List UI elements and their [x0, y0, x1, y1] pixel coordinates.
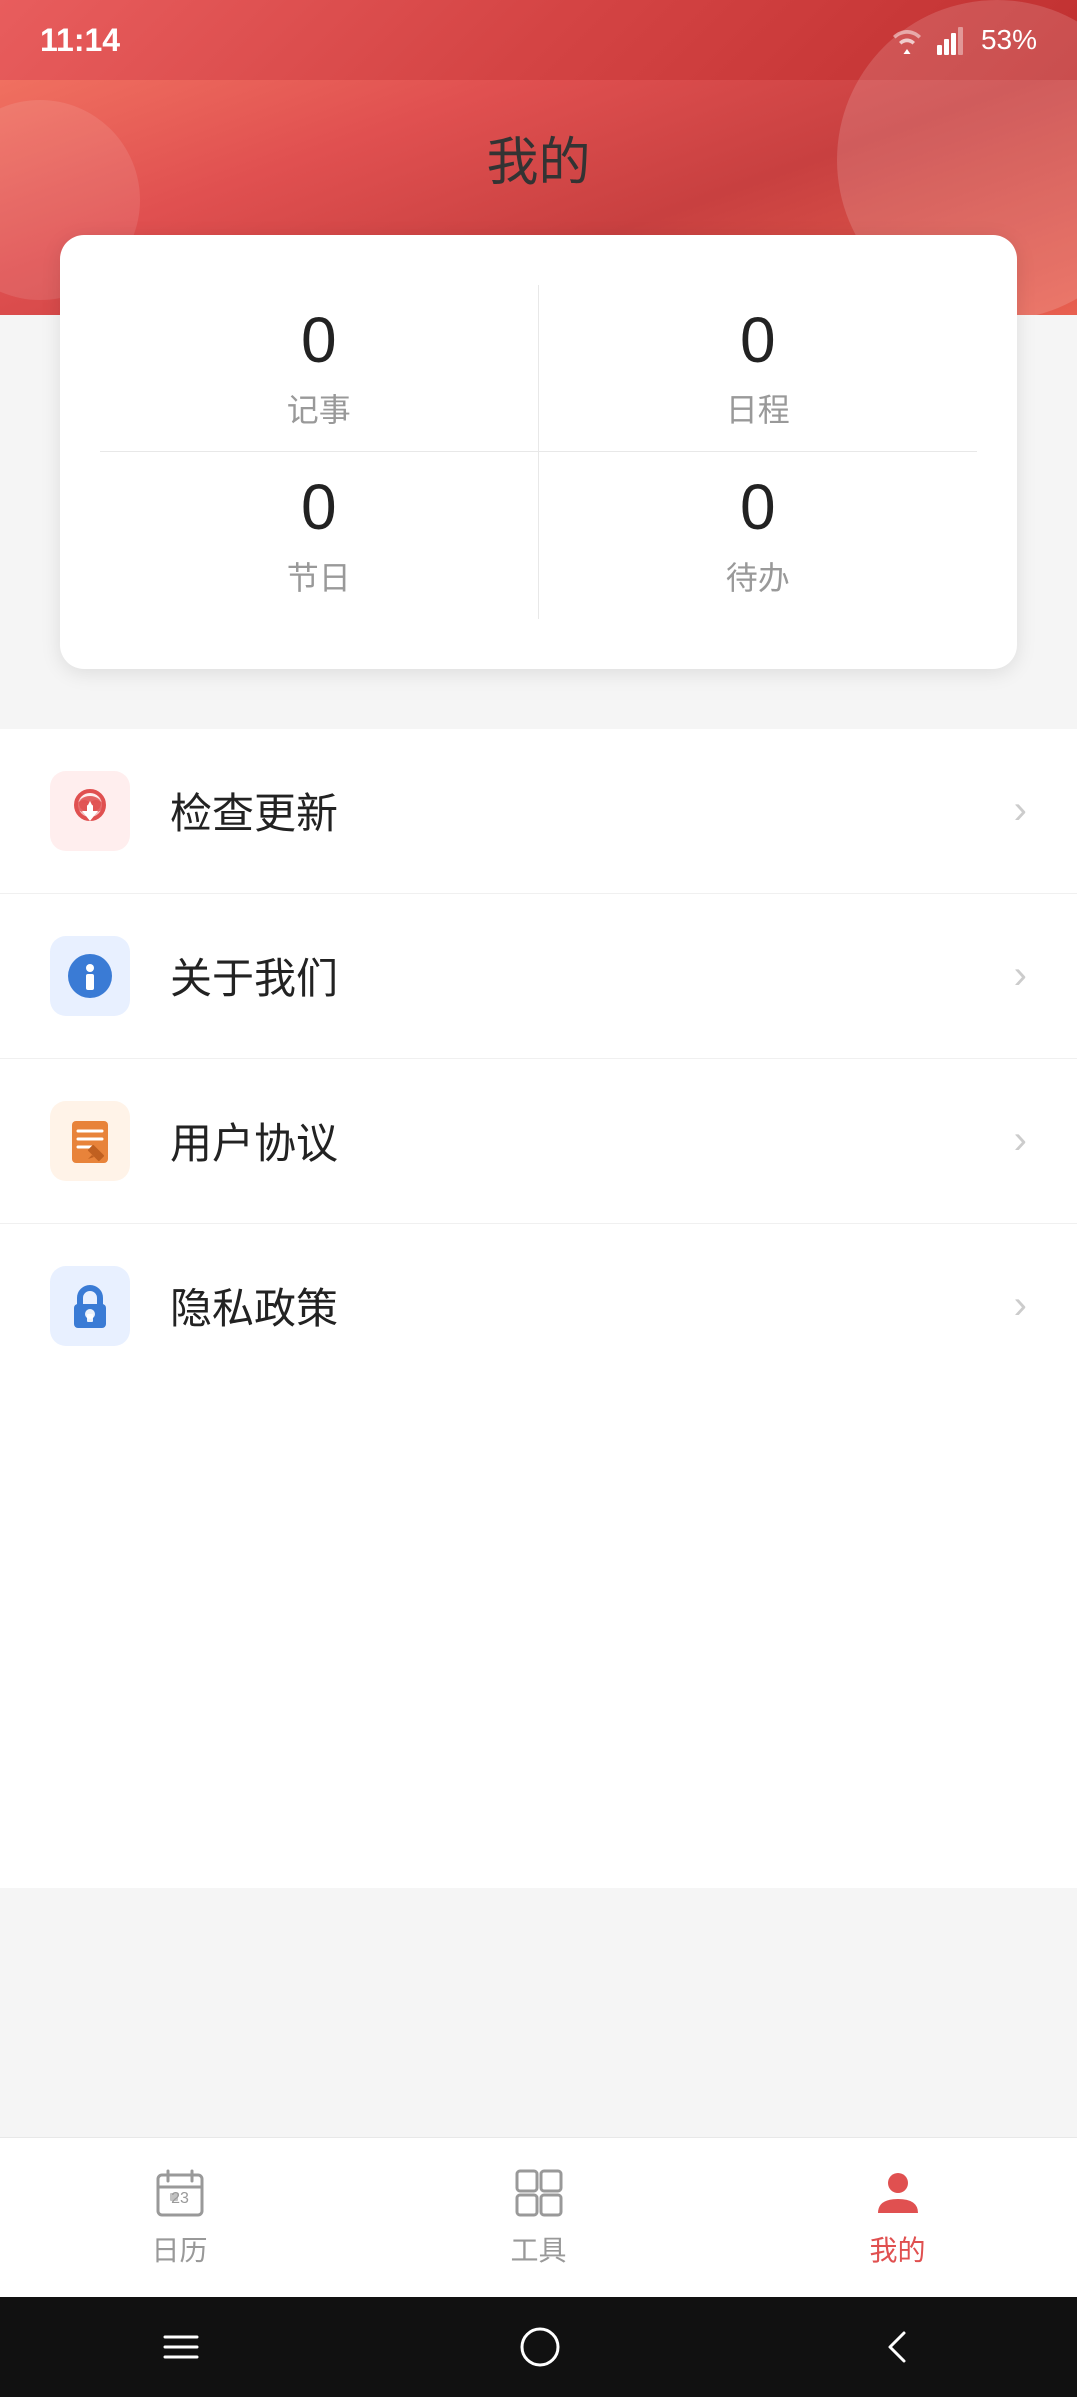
svg-text:23: 23 — [171, 2190, 189, 2207]
nav-item-mine[interactable]: 我的 — [718, 2138, 1077, 2297]
schedule-label: 日程 — [549, 385, 968, 431]
nav-item-calendar[interactable]: 23 日历 — [0, 2138, 359, 2297]
stat-schedule[interactable]: 0 日程 — [539, 285, 978, 452]
about-icon-container — [50, 936, 130, 1016]
menu-item-privacy[interactable]: 隐私政策 › — [0, 1224, 1077, 1388]
status-time: 11:14 — [40, 22, 120, 59]
mine-nav-label: 我的 — [869, 2229, 925, 2269]
agreement-arrow-icon: › — [1014, 1118, 1027, 1163]
stat-notes[interactable]: 0 记事 — [100, 285, 539, 452]
festival-label: 节日 — [110, 553, 528, 599]
festival-count: 0 — [110, 472, 528, 542]
schedule-count: 0 — [549, 305, 968, 375]
mine-nav-icon — [872, 2167, 924, 2219]
stats-card: 0 记事 0 日程 0 节日 0 待办 — [60, 235, 1017, 669]
recent-apps-button[interactable] — [157, 2329, 205, 2365]
stats-grid: 0 记事 0 日程 0 节日 0 待办 — [100, 285, 977, 619]
tools-nav-icon — [513, 2167, 565, 2219]
update-icon-container — [50, 771, 130, 851]
menu-section: 检查更新 › 关于我们 › 用户协议 › — [0, 729, 1077, 1388]
notes-label: 记事 — [110, 385, 528, 431]
tools-nav-label: 工具 — [510, 2229, 566, 2269]
calendar-nav-icon: 23 — [154, 2167, 206, 2219]
back-button[interactable] — [876, 2325, 920, 2369]
stat-todo[interactable]: 0 待办 — [539, 452, 978, 618]
privacy-arrow-icon: › — [1014, 1283, 1027, 1328]
menu-item-agreement[interactable]: 用户协议 › — [0, 1059, 1077, 1224]
about-label: 关于我们 — [170, 945, 1014, 1006]
privacy-label: 隐私政策 — [170, 1275, 1014, 1336]
todo-count: 0 — [549, 472, 968, 542]
update-label: 检查更新 — [170, 780, 1014, 841]
update-icon — [64, 785, 116, 837]
update-arrow-icon: › — [1014, 788, 1027, 833]
agreement-label: 用户协议 — [170, 1110, 1014, 1171]
menu-item-update[interactable]: 检查更新 › — [0, 729, 1077, 894]
page-title: 我的 — [0, 120, 1077, 195]
system-navigation-bar — [0, 2297, 1077, 2397]
menu-item-about[interactable]: 关于我们 › — [0, 894, 1077, 1059]
content-spacer — [0, 1388, 1077, 1888]
about-arrow-icon: › — [1014, 953, 1027, 998]
calendar-nav-label: 日历 — [151, 2229, 207, 2269]
agreement-icon — [64, 1115, 116, 1167]
home-button[interactable] — [518, 2325, 562, 2369]
stat-festival[interactable]: 0 节日 — [100, 452, 539, 618]
privacy-icon-container — [50, 1266, 130, 1346]
nav-item-tools[interactable]: 工具 — [359, 2138, 718, 2297]
notes-count: 0 — [110, 305, 528, 375]
agreement-icon-container — [50, 1101, 130, 1181]
about-icon — [64, 950, 116, 1002]
todo-label: 待办 — [549, 553, 968, 599]
privacy-icon — [64, 1280, 116, 1332]
bottom-navigation: 23 日历 工具 我的 — [0, 2137, 1077, 2297]
